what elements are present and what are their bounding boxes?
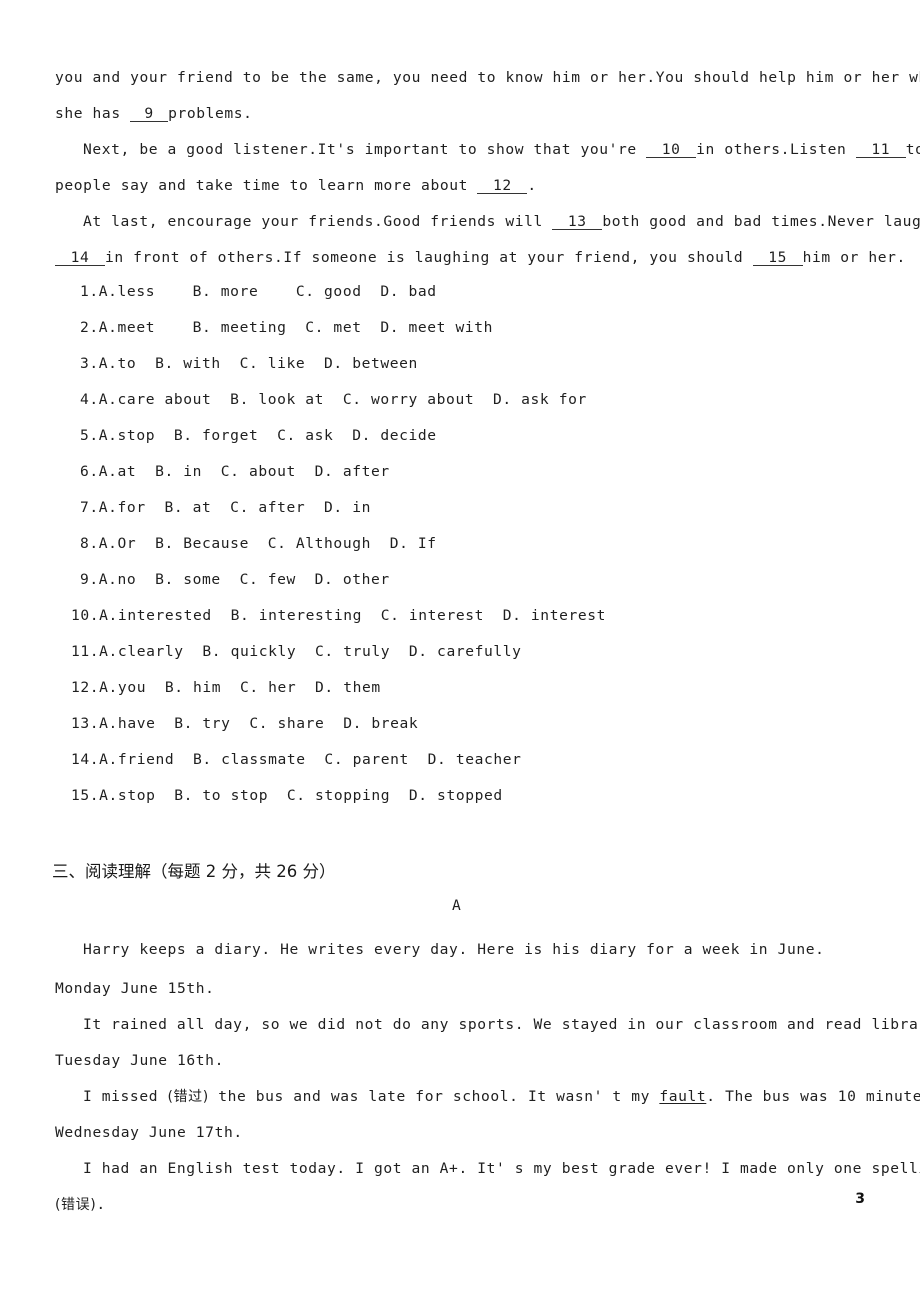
chinese-gloss: (错误) bbox=[55, 1197, 97, 1213]
cloze-blank-13: 13 bbox=[552, 214, 603, 231]
text-run: in others.Listen bbox=[696, 141, 856, 158]
text-run: I missed bbox=[83, 1088, 168, 1105]
cloze-blank-12: 12 bbox=[477, 178, 528, 195]
text-run: I had an English test today. I got an A+… bbox=[83, 1160, 920, 1177]
reading-line-rd-wednesday-body2: (错误). bbox=[55, 1187, 106, 1223]
cloze-option-row-5: 5.A.stop B. forget C. ask D. decide bbox=[80, 427, 437, 444]
text-run: people say and take time to learn more a… bbox=[55, 177, 478, 194]
cloze-option-row-1: 1.A.less B. more C. good D. bad bbox=[80, 283, 437, 300]
cloze-line-line-2: she has 9 problems. bbox=[55, 96, 253, 132]
cloze-option-row-13: 13.A.have B. try C. share D. break bbox=[71, 715, 419, 732]
cloze-option-row-15: 15.A.stop B. to stop C. stopping D. stop… bbox=[71, 787, 503, 804]
cloze-option-row-2: 2.A.meet B. meeting C. met D. meet with bbox=[80, 319, 493, 336]
text-run: she has bbox=[55, 105, 131, 122]
cloze-line-line-4: people say and take time to learn more a… bbox=[55, 168, 537, 204]
text-run: problems. bbox=[168, 105, 253, 122]
reading-line-rd-tuesday: Tuesday June 16th. bbox=[55, 1043, 224, 1079]
page-number: 3 bbox=[855, 1191, 865, 1207]
cloze-line-line-5: At last, encourage your friends.Good fri… bbox=[83, 204, 920, 240]
cloze-option-row-9: 9.A.no B. some C. few D. other bbox=[80, 571, 390, 588]
text-run: . The bus was 10 minutes early. bbox=[706, 1088, 920, 1105]
text-run: It rained all day, so we did not do any … bbox=[83, 1016, 920, 1033]
cloze-blank-10: 10 bbox=[646, 142, 697, 159]
text-run: Tuesday June 16th. bbox=[55, 1052, 224, 1069]
text-run: you and your friend to be the same, you … bbox=[55, 69, 920, 86]
reading-line-rd-monday: Monday June 15th. bbox=[55, 971, 215, 1007]
cloze-line-line-3: Next, be a good listener.It's important … bbox=[83, 132, 920, 168]
text-run: him or her. bbox=[802, 249, 906, 266]
text-run: the bus and was late for school. It wasn… bbox=[208, 1088, 660, 1105]
cloze-option-row-11: 11.A.clearly B. quickly C. truly D. care… bbox=[71, 643, 522, 660]
underlined-word: fault bbox=[659, 1088, 707, 1105]
text-run: . bbox=[527, 177, 537, 194]
cloze-option-row-6: 6.A.at B. in C. about D. after bbox=[80, 463, 390, 480]
text-run: Harry keeps a diary. He writes every day… bbox=[83, 941, 825, 958]
cloze-blank-15: 15 bbox=[752, 250, 803, 267]
text-run: Next, be a good listener.It's important … bbox=[83, 141, 647, 158]
text-run: in front of others.If someone is laughin… bbox=[105, 249, 753, 266]
cloze-option-row-12: 12.A.you B. him C. her D. them bbox=[71, 679, 381, 696]
document-page: you and your friend to be the same, you … bbox=[0, 0, 920, 1302]
cloze-line-line-6: 14 in front of others.If someone is laugh… bbox=[55, 240, 906, 276]
reading-line-rd-wednesday: Wednesday June 17th. bbox=[55, 1115, 243, 1151]
text-run: both good and bad times.Never laugh at y… bbox=[602, 213, 920, 230]
reading-line-rd-tuesday-body: I missed (错过) the bus and was late for s… bbox=[83, 1079, 920, 1115]
chinese-gloss: (错过) bbox=[167, 1089, 209, 1105]
text-run: to what bbox=[905, 141, 920, 158]
cloze-blank-9: 9 bbox=[130, 106, 169, 123]
cloze-option-row-8: 8.A.Or B. Because C. Although D. If bbox=[80, 535, 437, 552]
passage-label-a: A bbox=[452, 897, 461, 914]
cloze-option-row-10: 10.A.interested B. interesting C. intere… bbox=[71, 607, 607, 624]
cloze-option-row-7: 7.A.for B. at C. after D. in bbox=[80, 499, 371, 516]
reading-line-rd-monday-body: It rained all day, so we did not do any … bbox=[83, 1007, 920, 1043]
reading-section-heading: 三、阅读理解（每题 2 分，共 26 分） bbox=[52, 862, 336, 881]
cloze-line-line-1: you and your friend to be the same, you … bbox=[55, 60, 920, 96]
cloze-option-row-4: 4.A.care about B. look at C. worry about… bbox=[80, 391, 587, 408]
cloze-blank-14: 14 bbox=[55, 250, 105, 267]
text-run: At last, encourage your friends.Good fri… bbox=[83, 213, 553, 230]
text-run: Wednesday June 17th. bbox=[55, 1124, 243, 1141]
text-run: . bbox=[96, 1196, 106, 1213]
cloze-option-row-14: 14.A.friend B. classmate C. parent D. te… bbox=[71, 751, 522, 768]
text-run: Monday June 15th. bbox=[55, 980, 215, 997]
cloze-option-row-3: 3.A.to B. with C. like D. between bbox=[80, 355, 418, 372]
cloze-blank-11: 11 bbox=[855, 142, 906, 159]
reading-line-rd-intro: Harry keeps a diary. He writes every day… bbox=[83, 932, 825, 968]
reading-line-rd-wednesday-body: I had an English test today. I got an A+… bbox=[83, 1151, 920, 1187]
